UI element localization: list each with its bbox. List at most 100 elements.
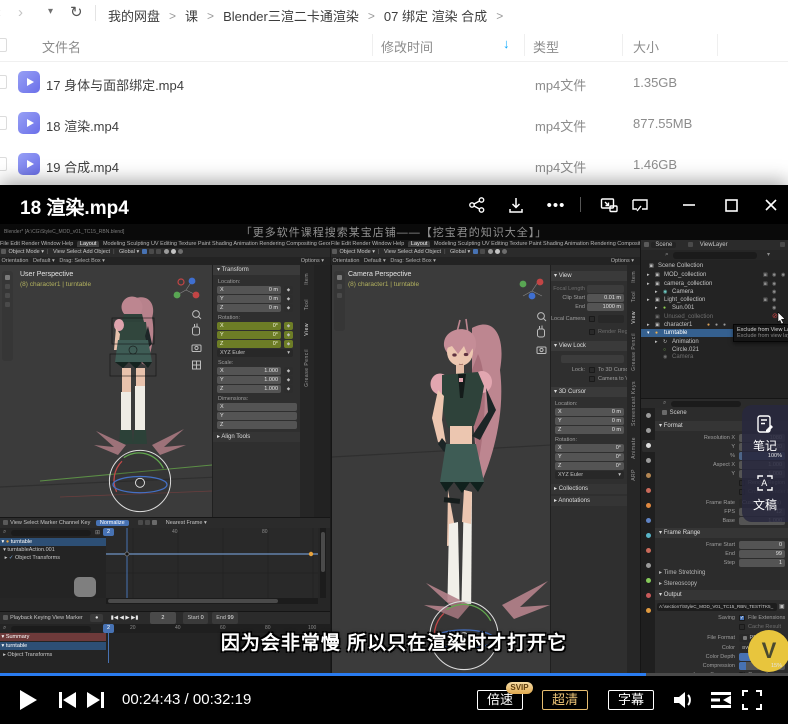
workspace-tab-layout[interactable]: Layout [77,241,100,247]
stereoscopy-panel[interactable]: Stereoscopy [664,581,697,587]
keyframe-button[interactable]: ◆ [284,286,293,294]
cursor-panel[interactable]: 3D Cursor [559,389,586,395]
lock-object-field[interactable] [561,355,624,363]
cursor-y[interactable]: Y0 m [555,417,624,425]
column-modified[interactable]: 修改时间 [381,37,433,56]
breadcrumb-blender-folder[interactable]: Blender三渲二卡通渲染 [223,6,359,25]
time-stretching-panel[interactable]: Time Stretching [664,570,706,576]
breadcrumb-current-folder[interactable]: 07 绑定 渲染 合成 [384,6,487,25]
props-search-icon[interactable]: ⌕ [663,400,666,407]
output-path-field[interactable]: A:\section7\StyleC_MOD_V01_TC15_RBN_TEST… [657,603,777,611]
keyframe-button[interactable]: ◆ [284,340,293,348]
tab-object-icon[interactable] [646,503,651,508]
maximize-icon[interactable] [720,194,742,216]
cursor-ry[interactable]: Y0° [555,453,624,461]
format-panel[interactable]: Format [664,423,683,429]
outliner-item-sun[interactable]: ▸●Sun.001◉ [641,304,788,312]
refresh-icon[interactable]: ↻ [70,3,83,21]
tab-material-icon[interactable] [646,593,651,598]
render-region-checkbox[interactable] [589,329,595,335]
outliner-item-camera-child[interactable]: ◉Camera [641,353,788,361]
previous-button[interactable] [58,691,77,714]
keyframe-button[interactable]: ◆ [284,322,293,330]
tab-modifiers-icon[interactable] [646,518,651,523]
file-extensions-checkbox[interactable]: ✓ [739,615,745,621]
notes-button[interactable]: 笔记 [753,414,777,454]
fend-field[interactable]: 99 [739,550,785,558]
view-lock-panel[interactable]: View Lock [559,343,586,349]
history-caret-icon[interactable]: ▾ [48,6,53,17]
more-icon[interactable]: ••• [545,194,567,216]
viewport-toolbar[interactable] [2,271,13,361]
panel-view-title[interactable]: View [559,273,572,279]
output-panel[interactable]: Output [664,592,682,598]
tab-output-icon[interactable] [646,443,651,448]
rotation-mode-dropdown[interactable]: XYZ Euler▾ [217,349,293,357]
dim-x-field[interactable]: X [217,403,297,411]
folder-browse-icon[interactable]: ▣ [779,603,785,610]
outliner-item-mod-collection[interactable]: ▸▣MOD_collection▣◉◉ [641,271,788,279]
rot-y-field[interactable]: Y0° [217,331,281,339]
tab-render-icon[interactable] [646,428,651,433]
scale-x-field[interactable]: X1.000 [217,367,281,375]
column-size[interactable]: 大小 [633,37,659,56]
cursor-rx[interactable]: X0° [555,444,624,452]
graph-vscrollbar[interactable] [320,528,326,598]
breadcrumb-my-drive[interactable]: 我的网盘 [108,6,160,25]
rot-x-field[interactable]: X0° [217,322,281,330]
file-name[interactable]: 17 身体与面部绑定.mp4 [46,75,184,94]
camera-to-view-checkbox[interactable] [589,376,595,382]
cast-icon[interactable] [629,194,651,216]
row-checkbox[interactable] [0,157,7,171]
navigation-gizmo[interactable] [514,274,550,308]
channel-search-icon[interactable]: ⌕ [3,529,6,536]
tool-settings-mid[interactable]: Orientation Default ▾ Drag: Select Box ▾… [331,257,640,265]
blender-menubar-left[interactable]: File Edit Render Window Help Layout Mode… [0,240,330,248]
back-icon[interactable]: ‹ [0,4,1,21]
frame-range-panel[interactable]: Frame Range [664,530,701,536]
cursor-euler-dropdown[interactable]: XYZ Euler▾ [555,471,624,479]
minimize-icon[interactable] [678,194,700,216]
annotations-panel[interactable]: Annotations [558,498,590,504]
transcript-button[interactable]: A 文稿 [753,473,777,513]
close-icon[interactable] [760,194,782,216]
clip-start-field[interactable]: 0.01 m [587,294,624,302]
channel-search-field[interactable] [11,530,91,537]
scale-z-field[interactable]: Z1.000 [217,385,281,393]
blender-menubar-mid[interactable]: File Edit Render Window Help Layout Mode… [331,240,640,248]
keyframe-button[interactable]: ◆ [284,331,293,339]
viewport-header-mid[interactable]: Object Mode ▾| View Select Add Object| G… [331,248,640,257]
breadcrumb-course[interactable]: 课 [185,6,198,25]
tab-world-icon[interactable] [646,488,651,493]
current-frame-field[interactable]: 2 [150,612,176,624]
viewport-toolbar[interactable] [334,271,345,331]
tab-tool-icon[interactable] [646,413,651,418]
loc-x-field[interactable]: X0 m [217,286,281,294]
rotate-gizmo[interactable] [100,445,180,517]
file-row[interactable]: 18 渲染.mp4 mp4文件 877.55MB [0,103,788,144]
viewlayer-selector[interactable]: ViewLayer [700,242,728,248]
next-button[interactable] [86,691,105,714]
forward-icon[interactable]: › [18,4,23,21]
normalize-button[interactable]: Normalize [96,520,129,526]
local-camera-checkbox[interactable] [589,316,595,322]
channel-action[interactable]: ▾ turntableAction.001 [0,546,106,554]
quality-button[interactable]: 超清 [542,690,588,710]
fcurve-area[interactable]: 40 80 [106,528,318,598]
outliner-item-light-collection[interactable]: ▸▣Light_collection▣◉ [641,296,788,304]
file-row[interactable]: 17 身体与面部绑定.mp4 mp4文件 1.35GB [0,62,788,103]
loc-y-field[interactable]: Y0 m [217,295,281,303]
channel-scrollbar-thumb[interactable] [74,577,96,597]
n-panel-tabs-left[interactable]: Item Tool View Grease Pencil [300,265,314,517]
download-icon[interactable] [505,194,527,216]
captions-button[interactable]: 字幕 [608,690,654,710]
video-frame[interactable]: Blender* [A:\CG\StyleC_MOD_v01_TC15_RBN.… [0,224,788,676]
cursor-z[interactable]: Z0 m [555,426,624,434]
tab-scene-icon[interactable] [646,473,651,478]
column-type[interactable]: 类型 [533,37,559,56]
fstep-field[interactable]: 1 [739,559,785,567]
outliner-search-field[interactable] [673,252,757,259]
keyframe-button[interactable]: ◆ [284,385,293,393]
graph-menus[interactable]: View Select Marker Channel Key [10,520,90,526]
channel-filter-button[interactable]: ⊞ [95,529,100,536]
